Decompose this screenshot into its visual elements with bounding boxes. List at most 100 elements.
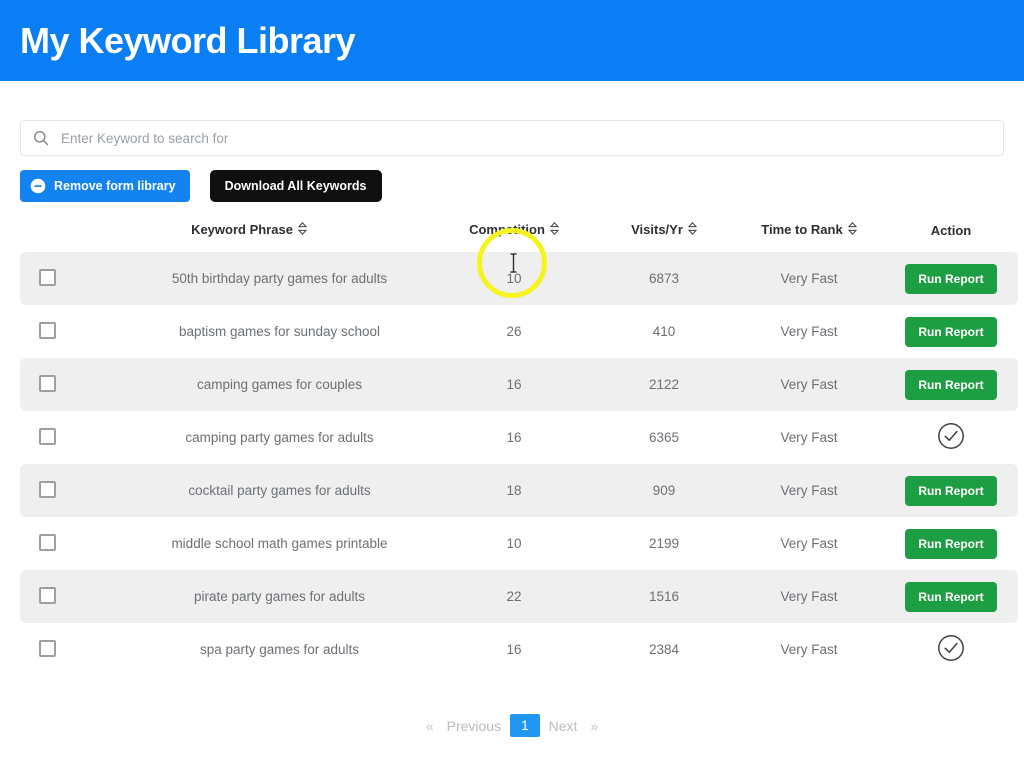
row-time-to-rank: Very Fast [734,570,884,623]
row-action-cell: Run Report [884,464,1018,517]
keyword-table: Keyword Phrase Competition Visits/Yr Tim… [20,218,1018,676]
row-time-to-rank: Very Fast [734,358,884,411]
row-visits-per-year: 2122 [594,358,734,411]
row-action-cell: Run Report [884,570,1018,623]
row-time-to-rank: Very Fast [734,252,884,305]
row-checkbox[interactable] [39,268,56,286]
row-competition: 26 [434,305,594,358]
row-checkbox[interactable] [39,639,56,657]
row-keyword-phrase: pirate party games for adults [64,570,434,623]
check-circle-icon[interactable] [937,634,965,665]
row-time-to-rank: Very Fast [734,517,884,570]
page-title: My Keyword Library [20,19,356,61]
action-button-row: Remove form library Download All Keyword… [20,170,1004,202]
row-checkbox[interactable] [39,533,56,551]
column-header-competition-label: Competition [469,222,545,237]
column-header-competition[interactable]: Competition [434,218,594,252]
pagination-first[interactable]: « [422,715,438,737]
row-time-to-rank: Very Fast [734,623,884,676]
row-visits-per-year: 2384 [594,623,734,676]
row-checkbox[interactable] [39,374,56,392]
row-keyword-phrase: cocktail party games for adults [64,464,434,517]
row-select-cell [20,570,64,623]
row-competition: 22 [434,570,594,623]
row-keyword-phrase: baptism games for sunday school [64,305,434,358]
toolbar: Remove form library Download All Keyword… [0,120,1024,202]
sort-icon[interactable] [687,222,698,238]
pagination-last[interactable]: » [586,715,602,737]
column-header-visits-per-year[interactable]: Visits/Yr [594,218,734,252]
sort-icon[interactable] [297,222,308,238]
table-row: middle school math games printable 10 2199… [20,517,1018,570]
table-row: 50th birthday party games for adults 10 68… [20,252,1018,305]
row-checkbox[interactable] [39,427,56,445]
run-report-button[interactable]: Run Report [905,528,997,559]
pagination: « Previous 1 Next » [0,714,1024,737]
remove-from-library-label: Remove form library [54,179,176,193]
pagination-previous[interactable]: Previous [438,715,510,737]
row-visits-per-year: 6365 [594,411,734,464]
row-competition: 16 [434,623,594,676]
row-keyword-phrase: 50th birthday party games for adults [64,252,434,305]
column-header-select [20,218,64,252]
run-report-button[interactable]: Run Report [905,369,997,400]
app-header: My Keyword Library [0,0,1024,81]
pagination-next[interactable]: Next [540,715,587,737]
search-icon [33,130,49,146]
run-report-button[interactable]: Run Report [905,475,997,506]
row-competition: 16 [434,411,594,464]
row-keyword-phrase: camping party games for adults [64,411,434,464]
row-visits-per-year: 909 [594,464,734,517]
row-competition: 16 [434,358,594,411]
row-select-cell [20,358,64,411]
row-time-to-rank: Very Fast [734,464,884,517]
row-time-to-rank: Very Fast [734,305,884,358]
row-checkbox[interactable] [39,586,56,604]
remove-from-library-button[interactable]: Remove form library [20,170,190,202]
table-header-row: Keyword Phrase Competition Visits/Yr Tim… [20,218,1018,252]
pagination-page-1[interactable]: 1 [510,714,540,737]
table-row: camping games for couples 16 2122 Very Fast… [20,358,1018,411]
table-head: Keyword Phrase Competition Visits/Yr Tim… [20,218,1018,252]
row-visits-per-year: 6873 [594,252,734,305]
table-row: spa party games for adults 16 2384 Very Fas… [20,623,1018,676]
row-select-cell [20,623,64,676]
row-visits-per-year: 2199 [594,517,734,570]
sort-icon[interactable] [549,222,560,238]
row-select-cell [20,517,64,570]
column-header-time-to-rank-label: Time to Rank [761,222,843,237]
row-competition: 10 [434,252,594,305]
run-report-button[interactable]: Run Report [905,581,997,612]
row-action-cell [884,411,1018,464]
row-select-cell [20,464,64,517]
row-select-cell [20,252,64,305]
download-all-keywords-button[interactable]: Download All Keywords [209,170,382,202]
row-keyword-phrase: spa party games for adults [64,623,434,676]
row-competition: 10 [434,517,594,570]
column-header-keyword-phrase-label: Keyword Phrase [191,222,293,237]
run-report-button[interactable]: Run Report [905,263,997,294]
table-row: camping party games for adults 16 6365 Very… [20,411,1018,464]
check-circle-icon[interactable] [937,422,965,453]
search-input[interactable] [59,121,991,155]
sort-icon[interactable] [847,222,857,238]
row-action-cell: Run Report [884,305,1018,358]
row-time-to-rank: Very Fast [734,411,884,464]
row-action-cell: Run Report [884,517,1018,570]
column-header-time-to-rank[interactable]: Time to Rank [734,218,884,252]
row-action-cell: Run Report [884,252,1018,305]
table-row: cocktail party games for adults 18 909 Very… [20,464,1018,517]
row-action-cell: Run Report [884,358,1018,411]
row-visits-per-year: 410 [594,305,734,358]
table-row: baptism games for sunday school 26 410 Very… [20,305,1018,358]
run-report-button[interactable]: Run Report [905,316,997,347]
row-select-cell [20,411,64,464]
table-body: 50th birthday party games for adults 10 68… [20,252,1018,676]
column-header-visits-per-year-label: Visits/Yr [631,222,683,237]
column-header-keyword-phrase[interactable]: Keyword Phrase [64,218,434,252]
row-checkbox[interactable] [39,480,56,498]
row-checkbox[interactable] [39,321,56,339]
search-row [20,120,1004,156]
search-box[interactable] [20,120,1004,156]
row-visits-per-year: 1516 [594,570,734,623]
